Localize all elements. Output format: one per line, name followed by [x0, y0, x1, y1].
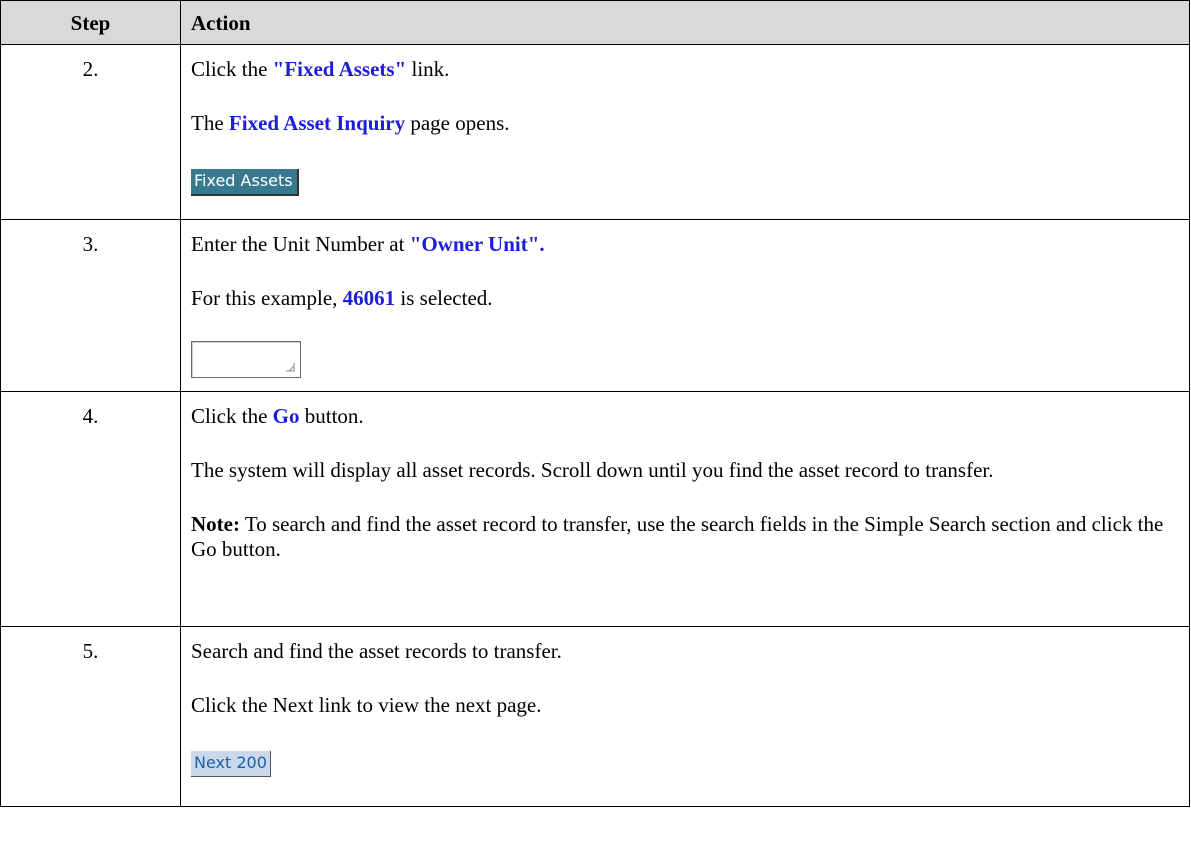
- text-run: For this example,: [191, 286, 343, 310]
- instruction-text: Click the Go button.: [191, 404, 1179, 429]
- instruction-text: Search and find the asset records to tra…: [191, 639, 562, 663]
- text-run: page opens.: [405, 111, 510, 135]
- table-row: 2. Click the "Fixed Assets" link. The Fi…: [0, 44, 1190, 220]
- highlight-text: "Owner Unit".: [409, 232, 545, 256]
- highlight-text: 46061: [342, 286, 396, 310]
- highlight-text: "Fixed Assets": [272, 57, 407, 81]
- next-200-link[interactable]: Next 200: [191, 751, 271, 777]
- text-run: To search and find the asset record to t…: [191, 512, 1164, 561]
- table-row: 3. Enter the Unit Number at "Owner Unit"…: [0, 219, 1190, 392]
- fixed-assets-link[interactable]: Fixed Assets: [191, 169, 299, 196]
- text-run: Click the: [191, 57, 273, 81]
- step-number: 4.: [0, 391, 181, 627]
- text-run: link.: [406, 57, 450, 81]
- note-text: Note: To search and find the asset recor…: [191, 512, 1179, 562]
- text-run: Enter the Unit Number at: [191, 232, 410, 256]
- control-illustration: Fixed Assets: [191, 165, 1179, 207]
- header-step: Step: [0, 0, 181, 45]
- table-row: 4. Click the Go button. The system will …: [0, 391, 1190, 627]
- action-cell: Click the Go button. The system will dis…: [180, 391, 1190, 627]
- instruction-text: Click the "Fixed Assets" link.: [191, 57, 1179, 82]
- action-cell: Search and find the asset records to tra…: [180, 626, 1190, 807]
- header-row: Step Action: [0, 0, 1190, 45]
- step-number: 2.: [0, 44, 181, 220]
- resize-grip-icon: [286, 363, 295, 372]
- control-illustration: [191, 340, 1179, 382]
- text-run: is selected.: [395, 286, 493, 310]
- highlight-text: Go: [272, 404, 300, 428]
- owner-unit-input[interactable]: [191, 341, 301, 378]
- control-illustration: Next 200: [191, 747, 1179, 789]
- text-run: Click the: [191, 404, 273, 428]
- result-text: The system will display all asset record…: [191, 458, 994, 482]
- header-action: Action: [180, 0, 1190, 45]
- instruction-text: Enter the Unit Number at "Owner Unit".: [191, 232, 1179, 257]
- text-run: The: [191, 111, 229, 135]
- result-text: The Fixed Asset Inquiry page opens.: [191, 111, 1179, 136]
- table-row: 5. Search and find the asset records to …: [0, 626, 1190, 807]
- steps-table: Step Action 2. Click the "Fixed Assets" …: [0, 0, 1190, 807]
- note-label: Note:: [191, 512, 240, 536]
- step-number: 3.: [0, 219, 181, 392]
- action-cell: Enter the Unit Number at "Owner Unit". F…: [180, 219, 1190, 392]
- action-cell: Click the "Fixed Assets" link. The Fixed…: [180, 44, 1190, 220]
- step-number: 5.: [0, 626, 181, 807]
- example-text: For this example, 46061 is selected.: [191, 286, 1179, 311]
- text-run: button.: [299, 404, 364, 428]
- highlight-text: Fixed Asset Inquiry: [228, 111, 406, 135]
- instruction-text: Click the Next link to view the next pag…: [191, 693, 542, 717]
